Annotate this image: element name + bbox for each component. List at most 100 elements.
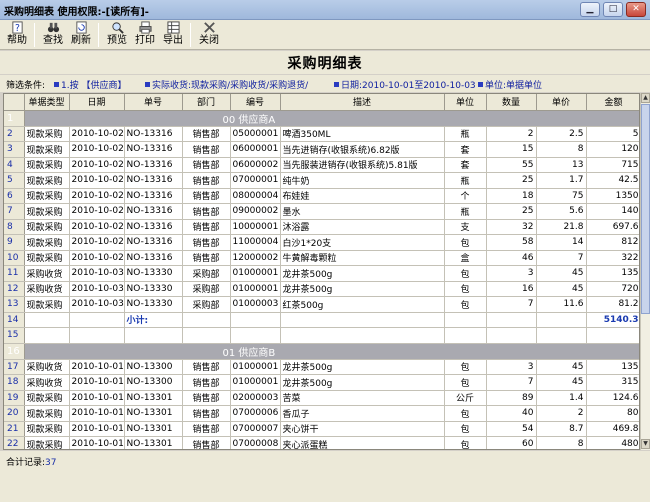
cell-price[interactable]: 14 (536, 234, 587, 251)
cell-unit[interactable]: 包 (444, 281, 487, 297)
cell-dept[interactable]: 销售部 (182, 203, 231, 220)
cell-price[interactable]: 45 (536, 265, 587, 282)
cell-number[interactable]: NO-13301 (124, 405, 183, 422)
cell-unit[interactable]: 包 (444, 405, 487, 422)
scroll-thumb[interactable] (641, 104, 650, 314)
cell-type[interactable]: 现款采购 (24, 296, 70, 313)
row-number[interactable]: 13 (4, 296, 25, 313)
row-number[interactable]: 17 (4, 359, 25, 375)
row-number[interactable]: 14 (4, 312, 25, 328)
cell-number[interactable]: NO-13316 (124, 250, 183, 266)
cell-desc[interactable]: 纯牛奶 (280, 172, 445, 189)
cell-type[interactable]: 现款采购 (24, 141, 70, 158)
cell-amount[interactable]: 5 (586, 126, 639, 142)
col-header-desc[interactable]: 描述 (280, 94, 445, 111)
blank-row[interactable]: 15 (4, 327, 639, 344)
cell-unit[interactable]: 瓶 (444, 172, 487, 189)
cell-price[interactable]: 2.5 (536, 126, 587, 142)
cell-number[interactable]: NO-13330 (124, 265, 183, 282)
row-number[interactable]: 5 (4, 172, 25, 189)
cell-date[interactable]: 2010-10-02 (69, 219, 125, 235)
cell-desc[interactable]: 龙井茶500g (280, 281, 445, 297)
cell-code[interactable]: 07000008 (230, 436, 281, 449)
row-number[interactable]: 20 (4, 405, 25, 422)
col-header-qty[interactable]: 数量 (486, 94, 537, 111)
cell-price[interactable]: 7 (536, 250, 587, 266)
cell-qty[interactable]: 46 (486, 250, 537, 266)
table-row[interactable]: 3 现款采购 2010-10-02 NO-13316 销售部 06000001 当先进销存(… (4, 141, 639, 158)
cell-qty[interactable]: 18 (486, 188, 537, 204)
cell-price[interactable]: 8 (536, 436, 587, 449)
cell-type[interactable]: 现款采购 (24, 172, 70, 189)
cell-unit[interactable]: 包 (444, 374, 487, 391)
cell-type[interactable]: 现款采购 (24, 405, 70, 422)
cell-code[interactable]: 05000001 (230, 126, 281, 142)
cell-dept[interactable]: 销售部 (182, 374, 231, 391)
cell-date[interactable]: 2010-10-03 (69, 296, 125, 313)
cell-dept[interactable]: 销售部 (182, 234, 231, 251)
col-header-dept[interactable]: 部门 (182, 94, 231, 111)
cell-dept[interactable]: 销售部 (182, 421, 231, 437)
cell-number[interactable]: NO-13316 (124, 188, 183, 204)
cell-type[interactable]: 采购收货 (24, 265, 70, 282)
cell-code[interactable]: 10000001 (230, 219, 281, 235)
cell-type[interactable]: 现款采购 (24, 219, 70, 235)
col-header-code[interactable]: 编号 (230, 94, 281, 111)
cell-number[interactable]: NO-13300 (124, 359, 183, 375)
cell-number[interactable]: NO-13316 (124, 203, 183, 220)
cell-unit[interactable]: 包 (444, 234, 487, 251)
cell-price[interactable]: 1.7 (536, 172, 587, 189)
cell-type[interactable]: 现款采购 (24, 250, 70, 266)
row-number[interactable]: 15 (4, 327, 25, 344)
cell-dept[interactable]: 采购部 (182, 281, 231, 297)
cell-unit[interactable]: 瓶 (444, 126, 487, 142)
help-button[interactable]: ? 帮助 (4, 21, 30, 49)
cell-amount[interactable]: 315 (586, 374, 639, 391)
cell-unit[interactable]: 包 (444, 265, 487, 282)
subtotal-row[interactable]: 14 小计: 5140.3 (4, 312, 639, 328)
table-row[interactable]: 2 现款采购 2010-10-02 NO-13316 销售部 05000001 啤酒350M… (4, 126, 639, 142)
cell-qty[interactable]: 3 (486, 265, 537, 282)
cell-qty[interactable]: 7 (486, 374, 537, 391)
cell-amount[interactable]: 81.2 (586, 296, 639, 313)
cell-qty[interactable]: 25 (486, 203, 537, 220)
col-header-unit[interactable]: 单位 (444, 94, 487, 111)
cell-dept[interactable]: 采购部 (182, 265, 231, 282)
cell-qty[interactable]: 89 (486, 390, 537, 406)
cell-type[interactable]: 现款采购 (24, 421, 70, 437)
cell-desc[interactable]: 沐浴露 (280, 219, 445, 235)
cell-date[interactable]: 2010-10-03 (69, 281, 125, 297)
cell-type[interactable]: 现款采购 (24, 157, 70, 173)
cell-date[interactable]: 2010-10-02 (69, 250, 125, 266)
cell-code[interactable]: 07000001 (230, 172, 281, 189)
cell-dept[interactable]: 销售部 (182, 390, 231, 406)
cell-unit[interactable]: 包 (444, 359, 487, 375)
cell-qty[interactable]: 55 (486, 157, 537, 173)
cell-unit[interactable]: 包 (444, 421, 487, 437)
cell-number[interactable]: NO-13316 (124, 234, 183, 251)
col-header-amount[interactable]: 金额 (586, 94, 639, 111)
cell-number[interactable]: NO-13330 (124, 296, 183, 313)
find-button[interactable]: 查找 (40, 21, 66, 49)
cell-desc[interactable]: 白沙1*20支 (280, 234, 445, 251)
cell-price[interactable]: 21.8 (536, 219, 587, 235)
cell-unit[interactable]: 公斤 (444, 390, 487, 406)
export-button[interactable]: 导出 (160, 21, 186, 49)
cell-amount[interactable]: 697.6 (586, 219, 639, 235)
cell-desc[interactable]: 当先进销存(收银系统)6.82版 (280, 141, 445, 158)
col-header-date[interactable]: 日期 (69, 94, 125, 111)
cell-code[interactable]: 07000007 (230, 421, 281, 437)
cell-date[interactable]: 2010-10-02 (69, 126, 125, 142)
cell-code[interactable]: 01000001 (230, 281, 281, 297)
table-row[interactable]: 8 现款采购 2010-10-02 NO-13316 销售部 10000001 沐浴露支 32… (4, 219, 639, 235)
window-close-button[interactable]: ✕ (626, 2, 646, 17)
cell-dept[interactable]: 销售部 (182, 405, 231, 422)
cell-desc[interactable]: 啤酒350ML (280, 126, 445, 142)
cell-type[interactable]: 现款采购 (24, 203, 70, 220)
table-row[interactable]: 4 现款采购 2010-10-02 NO-13316 销售部 06000002 当先服装进销… (4, 157, 639, 173)
cell-code[interactable]: 09000002 (230, 203, 281, 220)
cell-amount[interactable]: 80 (586, 405, 639, 422)
group-header-row[interactable]: 16 01 供应商B (4, 343, 639, 360)
row-number[interactable]: 2 (4, 126, 25, 142)
cell-unit[interactable]: 瓶 (444, 203, 487, 220)
